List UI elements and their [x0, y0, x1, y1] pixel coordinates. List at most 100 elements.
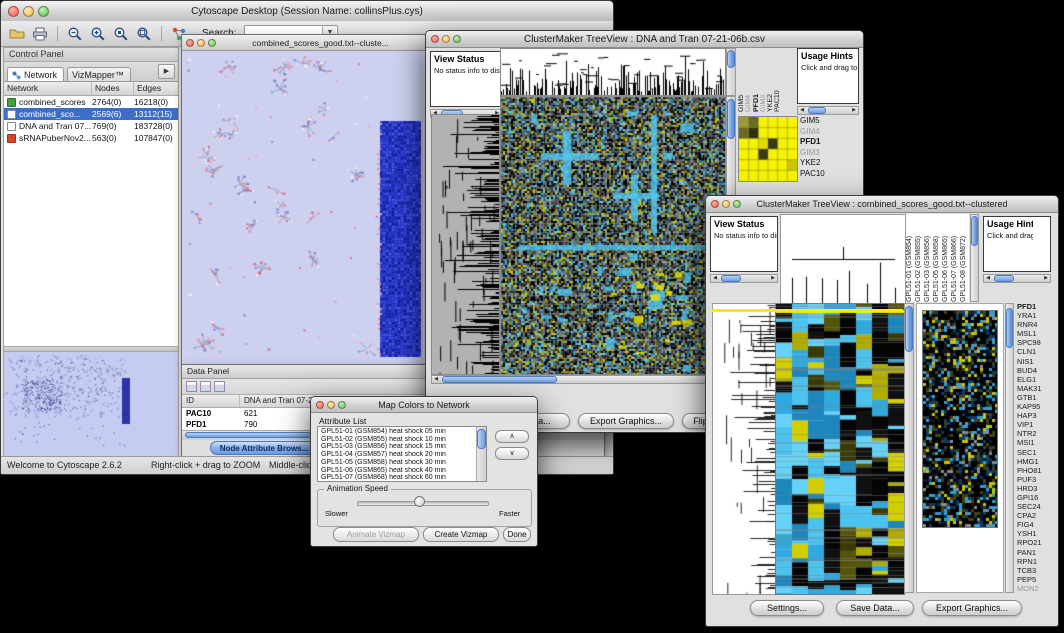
scrollbar-thumb[interactable]: [994, 275, 1014, 282]
close-button[interactable]: [186, 39, 194, 47]
node-attribute-browser-button[interactable]: Node Attribute Brows...: [210, 441, 318, 455]
column-dendrogram[interactable]: [500, 48, 726, 96]
scrollbar-thumb[interactable]: [721, 275, 741, 282]
scroll-right-icon[interactable]: ▶: [850, 107, 858, 114]
row-dendrogram[interactable]: [431, 114, 500, 375]
scrollbar-thumb[interactable]: [442, 376, 557, 383]
move-down-button[interactable]: ∨: [495, 447, 529, 460]
row-gene-labels: GIM5GIM4PFD1GIM3YKE2PAC10: [800, 116, 860, 182]
usage-hints-scrollbar[interactable]: ◀ ▶: [983, 274, 1051, 283]
scrollbar-thumb[interactable]: [971, 216, 978, 246]
close-button[interactable]: [8, 6, 19, 17]
scrollbar-thumb[interactable]: [905, 306, 913, 352]
print-icon[interactable]: [30, 24, 50, 44]
attribute-list-item[interactable]: GPL51-07 (GSM868) heat shock 60 min: [319, 474, 476, 480]
zoom-fit-icon[interactable]: [134, 24, 154, 44]
scrollbar-thumb[interactable]: [808, 107, 826, 114]
move-up-button[interactable]: ∧: [495, 430, 529, 443]
attribute-list-item[interactable]: GPL51-02 (GSM855) heat shock 10 min: [319, 436, 476, 444]
scroll-right-icon[interactable]: ▶: [769, 275, 777, 282]
zoom-button[interactable]: [733, 200, 741, 208]
zoom-vscrollbar[interactable]: [1005, 303, 1014, 593]
heatmap-vscrollbar[interactable]: [904, 303, 914, 593]
attribute-listbox[interactable]: GPL51-01 (GSM854) heat shock 05 minGPL51…: [317, 426, 487, 482]
birdseye-view[interactable]: [4, 352, 178, 456]
row-dendrogram[interactable]: [712, 303, 776, 595]
zoom-in-icon[interactable]: [88, 24, 108, 44]
minimize-button[interactable]: [442, 35, 450, 43]
main-titlebar[interactable]: Cytoscape Desktop (Session Name: collins…: [1, 1, 613, 22]
minimize-button[interactable]: [23, 6, 34, 17]
attribute-list-item[interactable]: GPL51-03 (GSM856) heat shock 15 min: [319, 443, 476, 451]
network-list-row[interactable]: DNA and Tran 07...769(0)183728(0): [4, 120, 178, 132]
animate-vizmap-button[interactable]: Animate Vizmap: [333, 527, 419, 542]
settings-button[interactable]: Settings...: [750, 600, 824, 616]
view-status-scrollbar[interactable]: ◀ ▶: [710, 274, 778, 283]
minimize-button[interactable]: [197, 39, 205, 47]
column-dendrogram[interactable]: [780, 214, 906, 304]
scrollbar-thumb[interactable]: [185, 432, 311, 438]
speed-slider-thumb[interactable]: [414, 496, 425, 507]
done-button[interactable]: Done: [503, 527, 531, 542]
zoom-out-icon[interactable]: [65, 24, 85, 44]
attribute-list-item[interactable]: GPL51-01 (GSM854) heat shock 05 min: [319, 428, 476, 436]
list-vscrollbar[interactable]: [476, 427, 486, 481]
birdseye-canvas[interactable]: [4, 352, 178, 456]
minimize-button[interactable]: [722, 200, 730, 208]
scrollbar-thumb[interactable]: [1006, 308, 1013, 348]
close-button[interactable]: [711, 200, 719, 208]
tab-vizmapper-label: VizMapper™: [72, 70, 124, 80]
heatmap-hscrollbar[interactable]: ◀ ▶: [431, 375, 736, 384]
network-list-row[interactable]: combined_sco...2569(6)13112(15): [4, 108, 178, 120]
attribute-list-item[interactable]: GPL51-06 (GSM865) heat shock 40 min: [319, 467, 476, 475]
column-header-network[interactable]: Network: [4, 82, 92, 95]
treeview-dna-titlebar[interactable]: ClusterMaker TreeView : DNA and Tran 07-…: [426, 31, 863, 48]
usage-hints-scrollbar[interactable]: ◀ ▶: [797, 106, 859, 115]
close-button[interactable]: [316, 401, 324, 409]
matrix-heatmap[interactable]: [500, 96, 726, 375]
tab-network[interactable]: Network: [7, 67, 64, 81]
column-header-nodes[interactable]: Nodes: [92, 82, 134, 95]
select-attributes-icon[interactable]: [186, 381, 197, 392]
zoom-button[interactable]: [38, 6, 49, 17]
create-vizmap-button[interactable]: Create Vizmap: [423, 527, 499, 542]
delete-attribute-icon[interactable]: [214, 381, 225, 392]
zoom-selected-icon[interactable]: [111, 24, 131, 44]
zoom-button[interactable]: [338, 401, 346, 409]
scrollbar-thumb[interactable]: [477, 429, 486, 449]
column-labels-vscrollbar[interactable]: [970, 214, 979, 302]
network-nodes: 2569(6): [92, 108, 134, 120]
zoom-button[interactable]: [453, 35, 461, 43]
attribute-list-item[interactable]: GPL51-04 (GSM857) heat shock 20 min: [319, 451, 476, 459]
network-view-titlebar[interactable]: combined_scores_good.txt--cluste...: [182, 35, 425, 51]
scroll-left-icon[interactable]: ◀: [432, 376, 440, 383]
scroll-right-icon[interactable]: ▶: [1042, 275, 1050, 282]
correlation-matrix-thumbnail[interactable]: [738, 116, 798, 182]
dialog-titlebar[interactable]: Map Colors to Network: [311, 397, 537, 413]
close-button[interactable]: [431, 35, 439, 43]
column-header-edges[interactable]: Edges: [134, 82, 178, 95]
open-folder-icon[interactable]: [7, 24, 27, 44]
dendrogram-vscrollbar[interactable]: [726, 48, 736, 96]
scrollbar-thumb[interactable]: [727, 50, 735, 68]
scrollbar-thumb[interactable]: [727, 99, 735, 139]
export-graphics-button[interactable]: Export Graphics...: [578, 413, 674, 429]
save-data-button[interactable]: Save Data...: [836, 600, 914, 616]
expression-heatmap[interactable]: [775, 303, 905, 595]
treeview-combined-titlebar[interactable]: ClusterMaker TreeView : combined_scores_…: [706, 196, 1058, 213]
tab-vizmapper[interactable]: VizMapper™: [67, 67, 131, 81]
zoom-heatmap[interactable]: [922, 310, 998, 528]
attribute-list-item[interactable]: GPL51-05 (GSM858) heat shock 30 min: [319, 459, 476, 467]
zoom-button[interactable]: [208, 39, 216, 47]
scroll-left-icon[interactable]: ◀: [711, 275, 719, 282]
scroll-left-icon[interactable]: ◀: [984, 275, 992, 282]
network-canvas[interactable]: [182, 51, 423, 365]
export-graphics-button[interactable]: Export Graphics...: [922, 600, 1022, 616]
tab-overflow-arrow[interactable]: ▶: [158, 64, 175, 79]
scroll-left-icon[interactable]: ◀: [798, 107, 806, 114]
column-header-id[interactable]: ID: [182, 395, 240, 407]
create-attribute-icon[interactable]: [200, 381, 211, 392]
network-list-row[interactable]: sRNAPuberNov2...563(0)107847(0): [4, 132, 178, 144]
network-list-row[interactable]: combined_scores2764(0)16218(0): [4, 96, 178, 108]
minimize-button[interactable]: [327, 401, 335, 409]
